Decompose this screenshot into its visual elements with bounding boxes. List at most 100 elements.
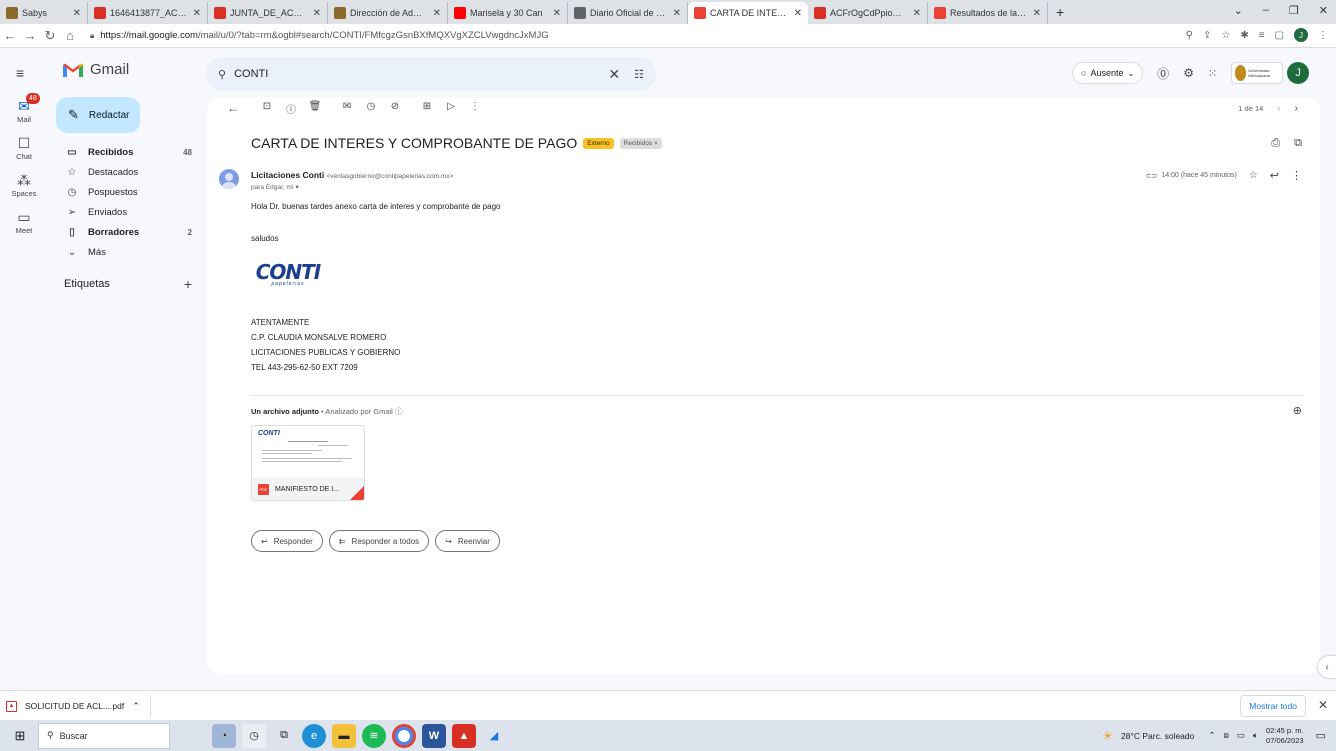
spotify-icon[interactable]: ≋ — [362, 723, 386, 748]
delete-icon[interactable]: 🗑︎ — [303, 101, 327, 117]
edge-icon[interactable]: e — [302, 723, 326, 748]
move-to-icon[interactable]: ⊞ — [415, 101, 439, 117]
reload-icon[interactable]: ↻ — [40, 28, 60, 44]
archive-icon[interactable]: ⊡ — [255, 101, 279, 117]
account-avatar[interactable]: J — [1287, 62, 1310, 84]
zoom-icon[interactable]: ⚲ — [1186, 30, 1193, 41]
show-all-downloads-button[interactable]: Mostrar todo — [1240, 695, 1306, 717]
browser-tab[interactable]: Resultados de la búsq ✕ — [928, 2, 1048, 24]
back-icon[interactable]: ← — [0, 28, 20, 43]
print-icon[interactable]: ⎙ — [1271, 137, 1280, 150]
folder-recibidos[interactable]: ▭ Recibidos 48 — [56, 142, 200, 162]
close-window-icon[interactable]: ✕ — [1319, 4, 1328, 17]
sender-name[interactable]: Licitaciones Conti — [251, 170, 324, 180]
recipients[interactable]: para Edgar, mí ▾ — [251, 183, 299, 191]
widgets-icon[interactable]: ◔ — [212, 723, 236, 748]
weather-text[interactable]: 28°C Parc. soleado — [1121, 731, 1194, 741]
browser-menu-icon[interactable]: ⋮ — [1318, 30, 1328, 41]
apps-grid-icon[interactable]: ⁙ — [1208, 67, 1217, 80]
tab-close-icon[interactable]: ✕ — [794, 8, 802, 19]
folder-destacados[interactable]: ☆ Destacados — [56, 162, 200, 182]
back-to-list-icon[interactable]: ← — [221, 101, 245, 117]
folder-borradores[interactable]: ▯ Borradores 2 — [56, 222, 200, 242]
download-item[interactable]: ▲ SOLICITUD DE ACL....pdf ⌃ — [6, 695, 151, 717]
new-tab-icon[interactable]: + — [1056, 4, 1064, 20]
tab-close-icon[interactable]: ✕ — [313, 8, 321, 19]
tab-close-icon[interactable]: ✕ — [433, 8, 441, 19]
inbox-label-chip[interactable]: Recibidos × — [619, 137, 662, 149]
search-icon[interactable]: ⚲ — [218, 68, 226, 81]
profile-avatar[interactable]: J — [1294, 28, 1308, 42]
share-icon[interactable]: ⇪ — [1203, 30, 1211, 41]
sidepanel-icon[interactable]: ▢ — [1275, 30, 1284, 41]
mark-unread-icon[interactable]: ✉ — [335, 101, 359, 117]
clear-search-icon[interactable]: ✕ — [608, 66, 620, 83]
message-more-icon[interactable]: ⋮ — [1291, 169, 1302, 182]
tab-close-icon[interactable]: ✕ — [1033, 8, 1041, 19]
tab-search-icon[interactable]: ⌄ — [1234, 4, 1243, 17]
browser-tab[interactable]: JUNTA_DE_ACLARACIO ✕ — [208, 2, 328, 24]
star-message-icon[interactable]: ☆ — [1249, 170, 1258, 181]
tab-close-icon[interactable]: ✕ — [673, 8, 681, 19]
chevron-left-icon[interactable]: ‹ — [1277, 103, 1280, 114]
main-menu-icon[interactable]: ≡ — [16, 65, 24, 81]
word-icon[interactable]: W — [422, 723, 446, 748]
reading-list-icon[interactable]: ≡ — [1259, 30, 1265, 41]
chrome-icon[interactable] — [392, 723, 416, 748]
tab-close-icon[interactable]: ✕ — [73, 8, 81, 19]
network-icon[interactable]: ⧈ — [1224, 730, 1229, 741]
search-options-icon[interactable]: ☷ — [634, 68, 644, 81]
forward-button[interactable]: ↪ Reenviar — [435, 530, 500, 552]
more-options-icon[interactable]: ⋮ — [463, 101, 487, 117]
folder-ms[interactable]: ⌄ Más — [56, 242, 200, 262]
acrobat-icon[interactable]: ▲ — [452, 723, 476, 748]
rail-item-chat[interactable]: ☐ Chat — [0, 134, 48, 161]
folder-enviados[interactable]: ➢ Enviados — [56, 202, 200, 222]
chevron-up-icon[interactable]: ⌃ — [132, 701, 140, 712]
reply-button[interactable]: ↩ Responder — [251, 530, 323, 552]
clock[interactable]: 02:45 p. m. 07/06/2023 — [1266, 726, 1304, 746]
rail-item-mail[interactable]: ✉ Mail 48 — [0, 93, 48, 124]
snooze-icon[interactable]: ◷ — [359, 101, 383, 117]
info-icon[interactable]: ⓘ — [395, 407, 403, 416]
browser-tab[interactable]: Sabys ✕ — [0, 2, 88, 24]
help-icon[interactable]: ⓪ — [1157, 65, 1169, 82]
search-bar[interactable]: ⚲ CONTI ✕ ☷ — [206, 57, 656, 91]
add-label-icon[interactable]: + — [184, 277, 192, 291]
reply-all-button[interactable]: ⇇ Responder a todos — [328, 530, 430, 552]
home-icon[interactable]: ⌂ — [60, 28, 80, 43]
gmail-logo[interactable]: Gmail — [62, 61, 129, 78]
notifications-icon[interactable]: ▭ — [1316, 729, 1326, 742]
extensions-icon[interactable]: ✱ — [1240, 30, 1248, 41]
rail-item-spaces[interactable]: ⁂ Spaces — [0, 171, 48, 198]
report-spam-icon[interactable]: ⓘ — [279, 101, 303, 117]
address-bar[interactable]: 🔒︎ https://mail.google.com/mail/u/0/?tab… — [90, 27, 549, 45]
task-view-icon[interactable]: ⧉ — [272, 724, 296, 748]
folder-pospuestos[interactable]: ◷ Pospuestos — [56, 182, 200, 202]
forward-icon[interactable]: → — [20, 28, 40, 43]
restore-icon[interactable]: ❐ — [1289, 4, 1299, 17]
volume-icon[interactable]: 🔈︎ — [1253, 730, 1258, 741]
taskbar-search[interactable]: ⚲ Buscar — [38, 722, 170, 749]
chevron-right-icon[interactable]: › — [1295, 103, 1298, 114]
clock-app-icon[interactable]: ◷ — [242, 723, 266, 748]
settings-gear-icon[interactable]: ⚙ — [1183, 66, 1194, 80]
organization-badge[interactable]: Universidad Michoacana — [1231, 62, 1284, 84]
label-icon[interactable]: ▷ — [439, 101, 463, 117]
file-explorer-icon[interactable]: ▬ — [332, 723, 356, 748]
browser-tab[interactable]: Diario Oficial de la Fe ✕ — [568, 2, 688, 24]
bookmark-star-icon[interactable]: ☆ — [1221, 30, 1230, 41]
reply-icon[interactable]: ↩ — [1270, 169, 1279, 182]
add-to-drive-icon[interactable]: ⊕ — [1293, 404, 1302, 417]
attachment-card[interactable]: CONTI PDF MANIFIESTO DE I... — [251, 425, 365, 501]
compose-button[interactable]: ✎ Redactar — [56, 97, 140, 133]
browser-tab[interactable]: 1646413877_ACTA_DE ✕ — [88, 2, 208, 24]
tab-close-icon[interactable]: ✕ — [193, 8, 201, 19]
battery-icon[interactable]: ▭ — [1237, 730, 1245, 741]
search-input[interactable]: CONTI — [234, 68, 608, 80]
rail-item-meet[interactable]: ▭ Meet — [0, 208, 48, 235]
add-task-icon[interactable]: ⊘ — [383, 101, 407, 117]
tray-overflow-icon[interactable]: ⌃ — [1208, 730, 1215, 741]
windows-start-icon[interactable]: ⊞ — [8, 724, 32, 748]
browser-tab[interactable]: CARTA DE INTERES Y (✕ — [688, 2, 808, 24]
